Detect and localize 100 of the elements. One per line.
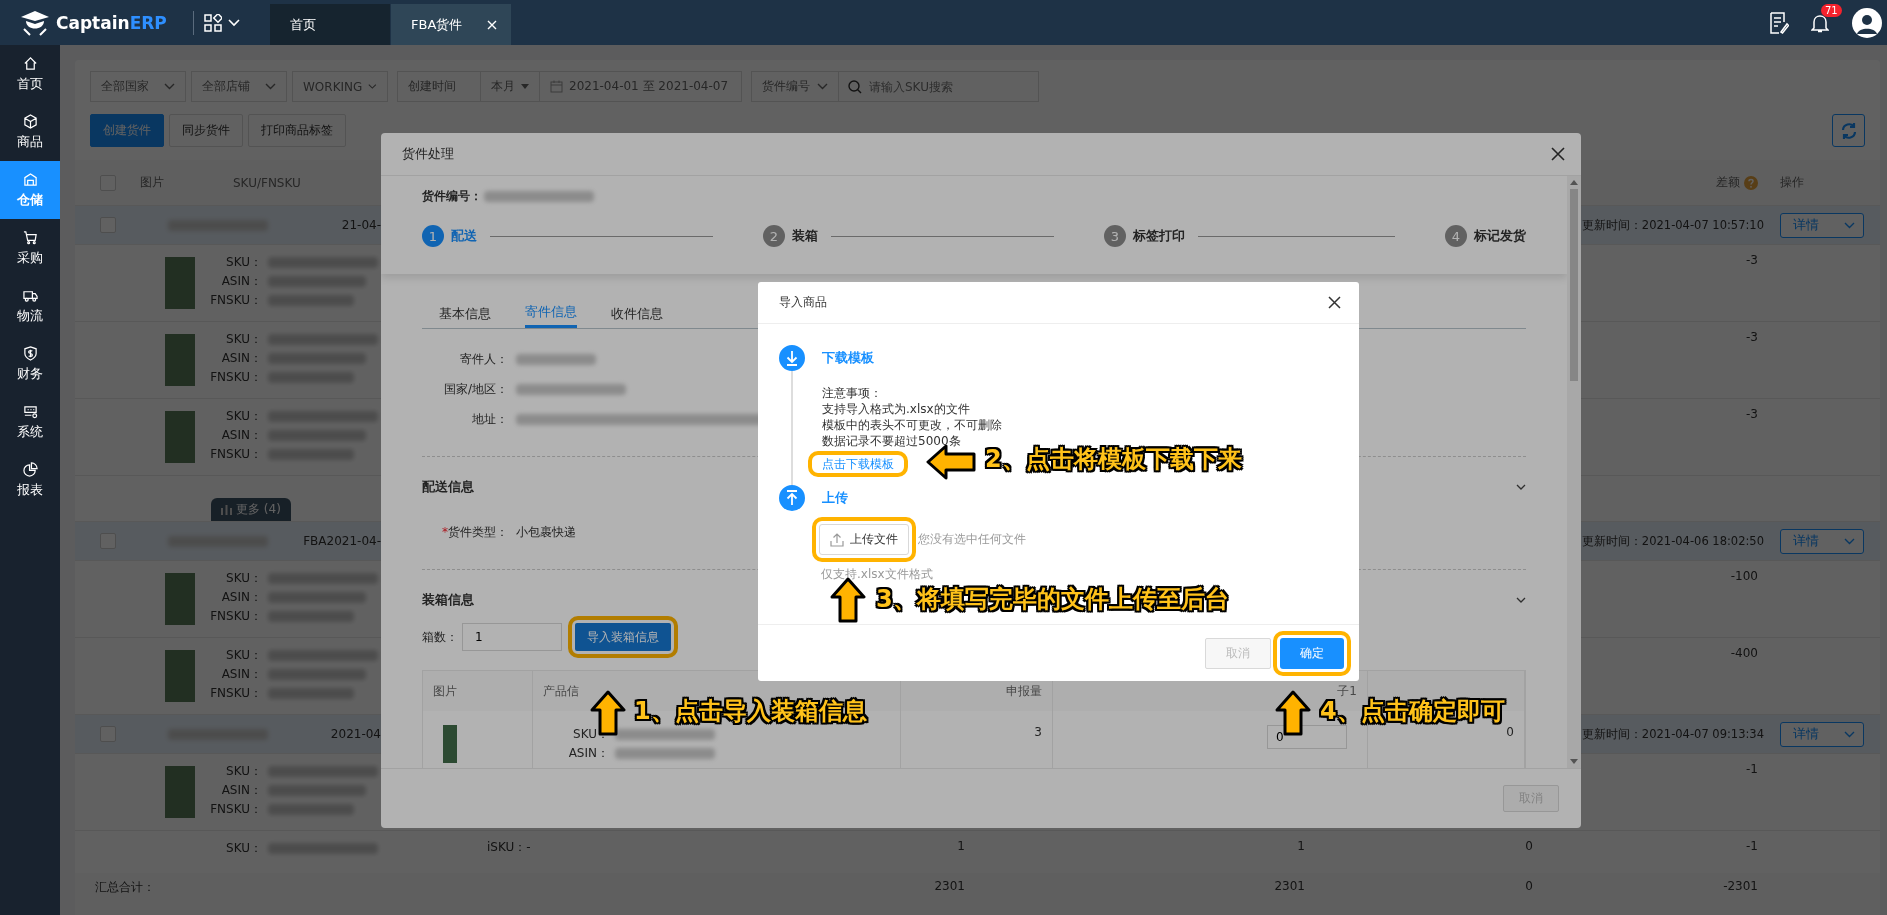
column-header: SKU/FNSKU [233, 175, 301, 190]
action-button[interactable]: 创建货件 [90, 114, 164, 147]
more-button[interactable]: 更多 (4) [211, 498, 291, 521]
filter-select[interactable]: WORKING [292, 71, 388, 102]
field-label: *货件类型： [442, 523, 508, 541]
table-cell: 3 [1034, 725, 1042, 739]
field-label: 货件编号： [422, 188, 482, 205]
step-label: 标记发货 [1474, 227, 1526, 245]
field-value: 小包裹快递 [516, 523, 576, 541]
sidebar-item[interactable]: 报表 [0, 451, 60, 509]
date-range-field[interactable]: 2021-04-01 至 2021-04-07 [540, 71, 742, 102]
sku-label: SKU： [225, 647, 262, 664]
sku-label: FNSKU： [210, 292, 262, 309]
table-cell: iSKU：- [487, 840, 531, 854]
details-dropdown[interactable]: 详情 [1780, 721, 1864, 747]
sku-label: ASIN： [220, 350, 262, 367]
section-title: 配送信息 [422, 478, 474, 496]
sku-label: ASIN： [220, 666, 262, 683]
table-cell: 1 [957, 839, 965, 853]
sidebar-item[interactable]: 仓储 [0, 161, 60, 219]
step-number: 2 [763, 225, 785, 247]
table-cell: -3 [1746, 330, 1758, 344]
sku-label: ASIN： [220, 273, 262, 290]
updated-time: 更新时间：2021-04-06 18:02:50 [1581, 533, 1764, 549]
sidebar-item[interactable]: 首页 [0, 45, 60, 103]
step-label: 装箱 [792, 227, 818, 245]
sku-label: ASIN： [220, 427, 262, 444]
action-button[interactable]: 同步货件 [169, 114, 243, 147]
field-label: 箱数： [422, 628, 458, 646]
sku-label: SKU： [572, 726, 609, 743]
sku-label: SKU： [225, 331, 262, 348]
sidebar-item[interactable]: 物流 [0, 277, 60, 335]
table-cell: 1 [1297, 839, 1305, 853]
step-title: 下载模板 [822, 349, 875, 367]
box-count-field[interactable]: 1 [462, 623, 562, 651]
table-cell: 0 [1525, 839, 1533, 853]
notification-badge: 71 [1821, 3, 1842, 17]
sku-label: ASIN： [567, 745, 609, 762]
field-label: 国家/地区： [442, 380, 508, 398]
sidebar-item[interactable]: 系统 [0, 393, 60, 451]
annotation-text: 3、将填写完毕的文件上传至后台 [876, 584, 1229, 615]
no-file-text: 您没有选中任何文件 [918, 531, 1026, 548]
tab[interactable]: 基本信息 [439, 299, 491, 328]
table-cell: 2301 [1274, 879, 1305, 893]
annotation-text: 2、点击将模板下载下来 [985, 444, 1242, 475]
sku-label: FNSKU： [210, 801, 262, 818]
annotation-text: 4、点击确定即可 [1320, 697, 1505, 727]
note-text: 数据记录不要超过5000条 [822, 433, 962, 449]
sku-label: FNSKU： [210, 608, 262, 625]
column-header: 子1 [1337, 682, 1357, 700]
step-title: 上传 [822, 489, 849, 507]
sku-label: FNSKU： [210, 446, 262, 463]
sku-label: SKU： [225, 570, 262, 587]
step-number: 4 [1445, 225, 1467, 247]
shipment-name: 2021-04 [330, 727, 381, 741]
summary-label: 汇总合计： [95, 880, 155, 894]
dialog-title: 导入商品 [779, 294, 827, 311]
import-button[interactable]: 导入装箱信息 [575, 623, 671, 651]
field-label: 寄件人： [459, 350, 508, 368]
field-label: 地址： [471, 410, 508, 428]
step-number: 1 [422, 225, 444, 247]
shipment-name: FBA2021-04- [303, 534, 381, 548]
table-cell: 0 [1525, 879, 1533, 893]
upload-file-button[interactable]: 上传文件 [819, 524, 909, 555]
sidebar-item[interactable]: 采购 [0, 219, 60, 277]
note-text: 支持导入格式为.xlsx的文件 [822, 401, 971, 417]
note-text: 注意事项： [822, 385, 883, 401]
sku-label: FNSKU： [210, 369, 262, 386]
sku-label: SKU： [225, 840, 262, 857]
confirm-button[interactable]: 确定 [1280, 637, 1344, 669]
updated-time: 更新时间：2021-04-07 10:57:10 [1581, 217, 1764, 233]
step-number: 3 [1104, 225, 1126, 247]
tab[interactable]: 收件信息 [611, 299, 663, 328]
logo-text: CaptainERP [56, 12, 167, 33]
annotation-text: 1、点击导入装箱信息 [634, 696, 867, 727]
tab[interactable]: FBA货件 [391, 4, 511, 45]
table-cell: 2301 [934, 879, 965, 893]
sku-label: SKU： [225, 763, 262, 780]
table-cell: -2301 [1723, 879, 1758, 893]
shipment-name: 21-04- [341, 218, 381, 232]
tab[interactable]: 寄件信息 [525, 299, 577, 328]
table-cell: -400 [1730, 646, 1758, 660]
column-header: 申报量 [1006, 682, 1042, 700]
note-text: 模板中的表头不可更改，不可删除 [822, 417, 1002, 433]
step-label: 标签打印 [1133, 227, 1185, 245]
tab[interactable]: 首页 [270, 4, 390, 45]
column-header: 图片 [433, 682, 457, 700]
details-dropdown[interactable]: 详情 [1780, 528, 1864, 554]
action-button[interactable]: 打印商品标签 [248, 114, 346, 147]
sku-label: SKU： [225, 254, 262, 271]
table-cell: -3 [1746, 407, 1758, 421]
updated-time: 更新时间：2021-04-07 09:13:34 [1581, 726, 1764, 742]
sidebar-item[interactable]: 财务 [0, 335, 60, 393]
sku-label: ASIN： [220, 589, 262, 606]
sku-label: ASIN： [220, 782, 262, 799]
details-dropdown[interactable]: 详情 [1780, 212, 1864, 238]
table-cell: -1 [1746, 762, 1758, 776]
sidebar-item[interactable]: 商品 [0, 103, 60, 161]
download-template-link[interactable]: 点击下载模板 [822, 455, 894, 473]
table-cell: -100 [1730, 569, 1758, 583]
